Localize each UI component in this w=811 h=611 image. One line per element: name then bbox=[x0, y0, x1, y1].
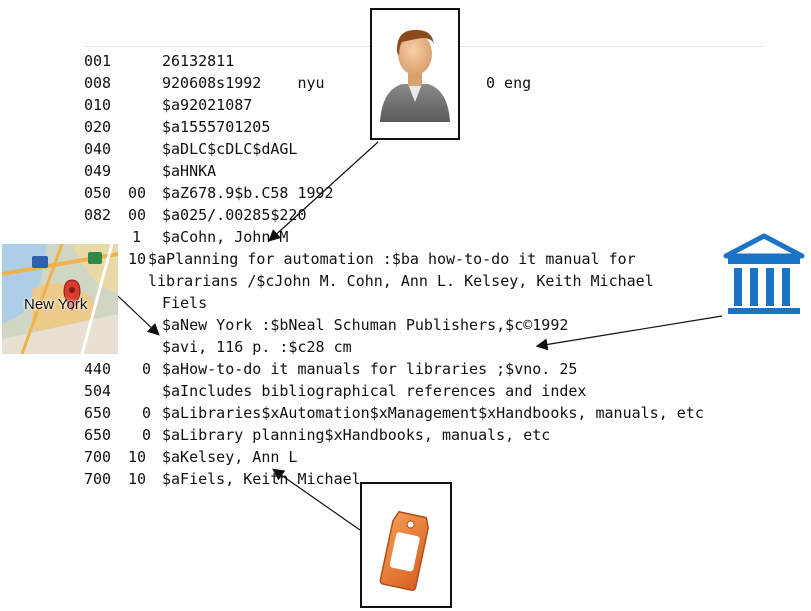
tag-arrow bbox=[272, 468, 361, 531]
map-arrow bbox=[117, 295, 160, 336]
person-arrow bbox=[268, 141, 379, 242]
institution-arrow bbox=[535, 315, 723, 351]
connector-arrows bbox=[117, 141, 723, 531]
